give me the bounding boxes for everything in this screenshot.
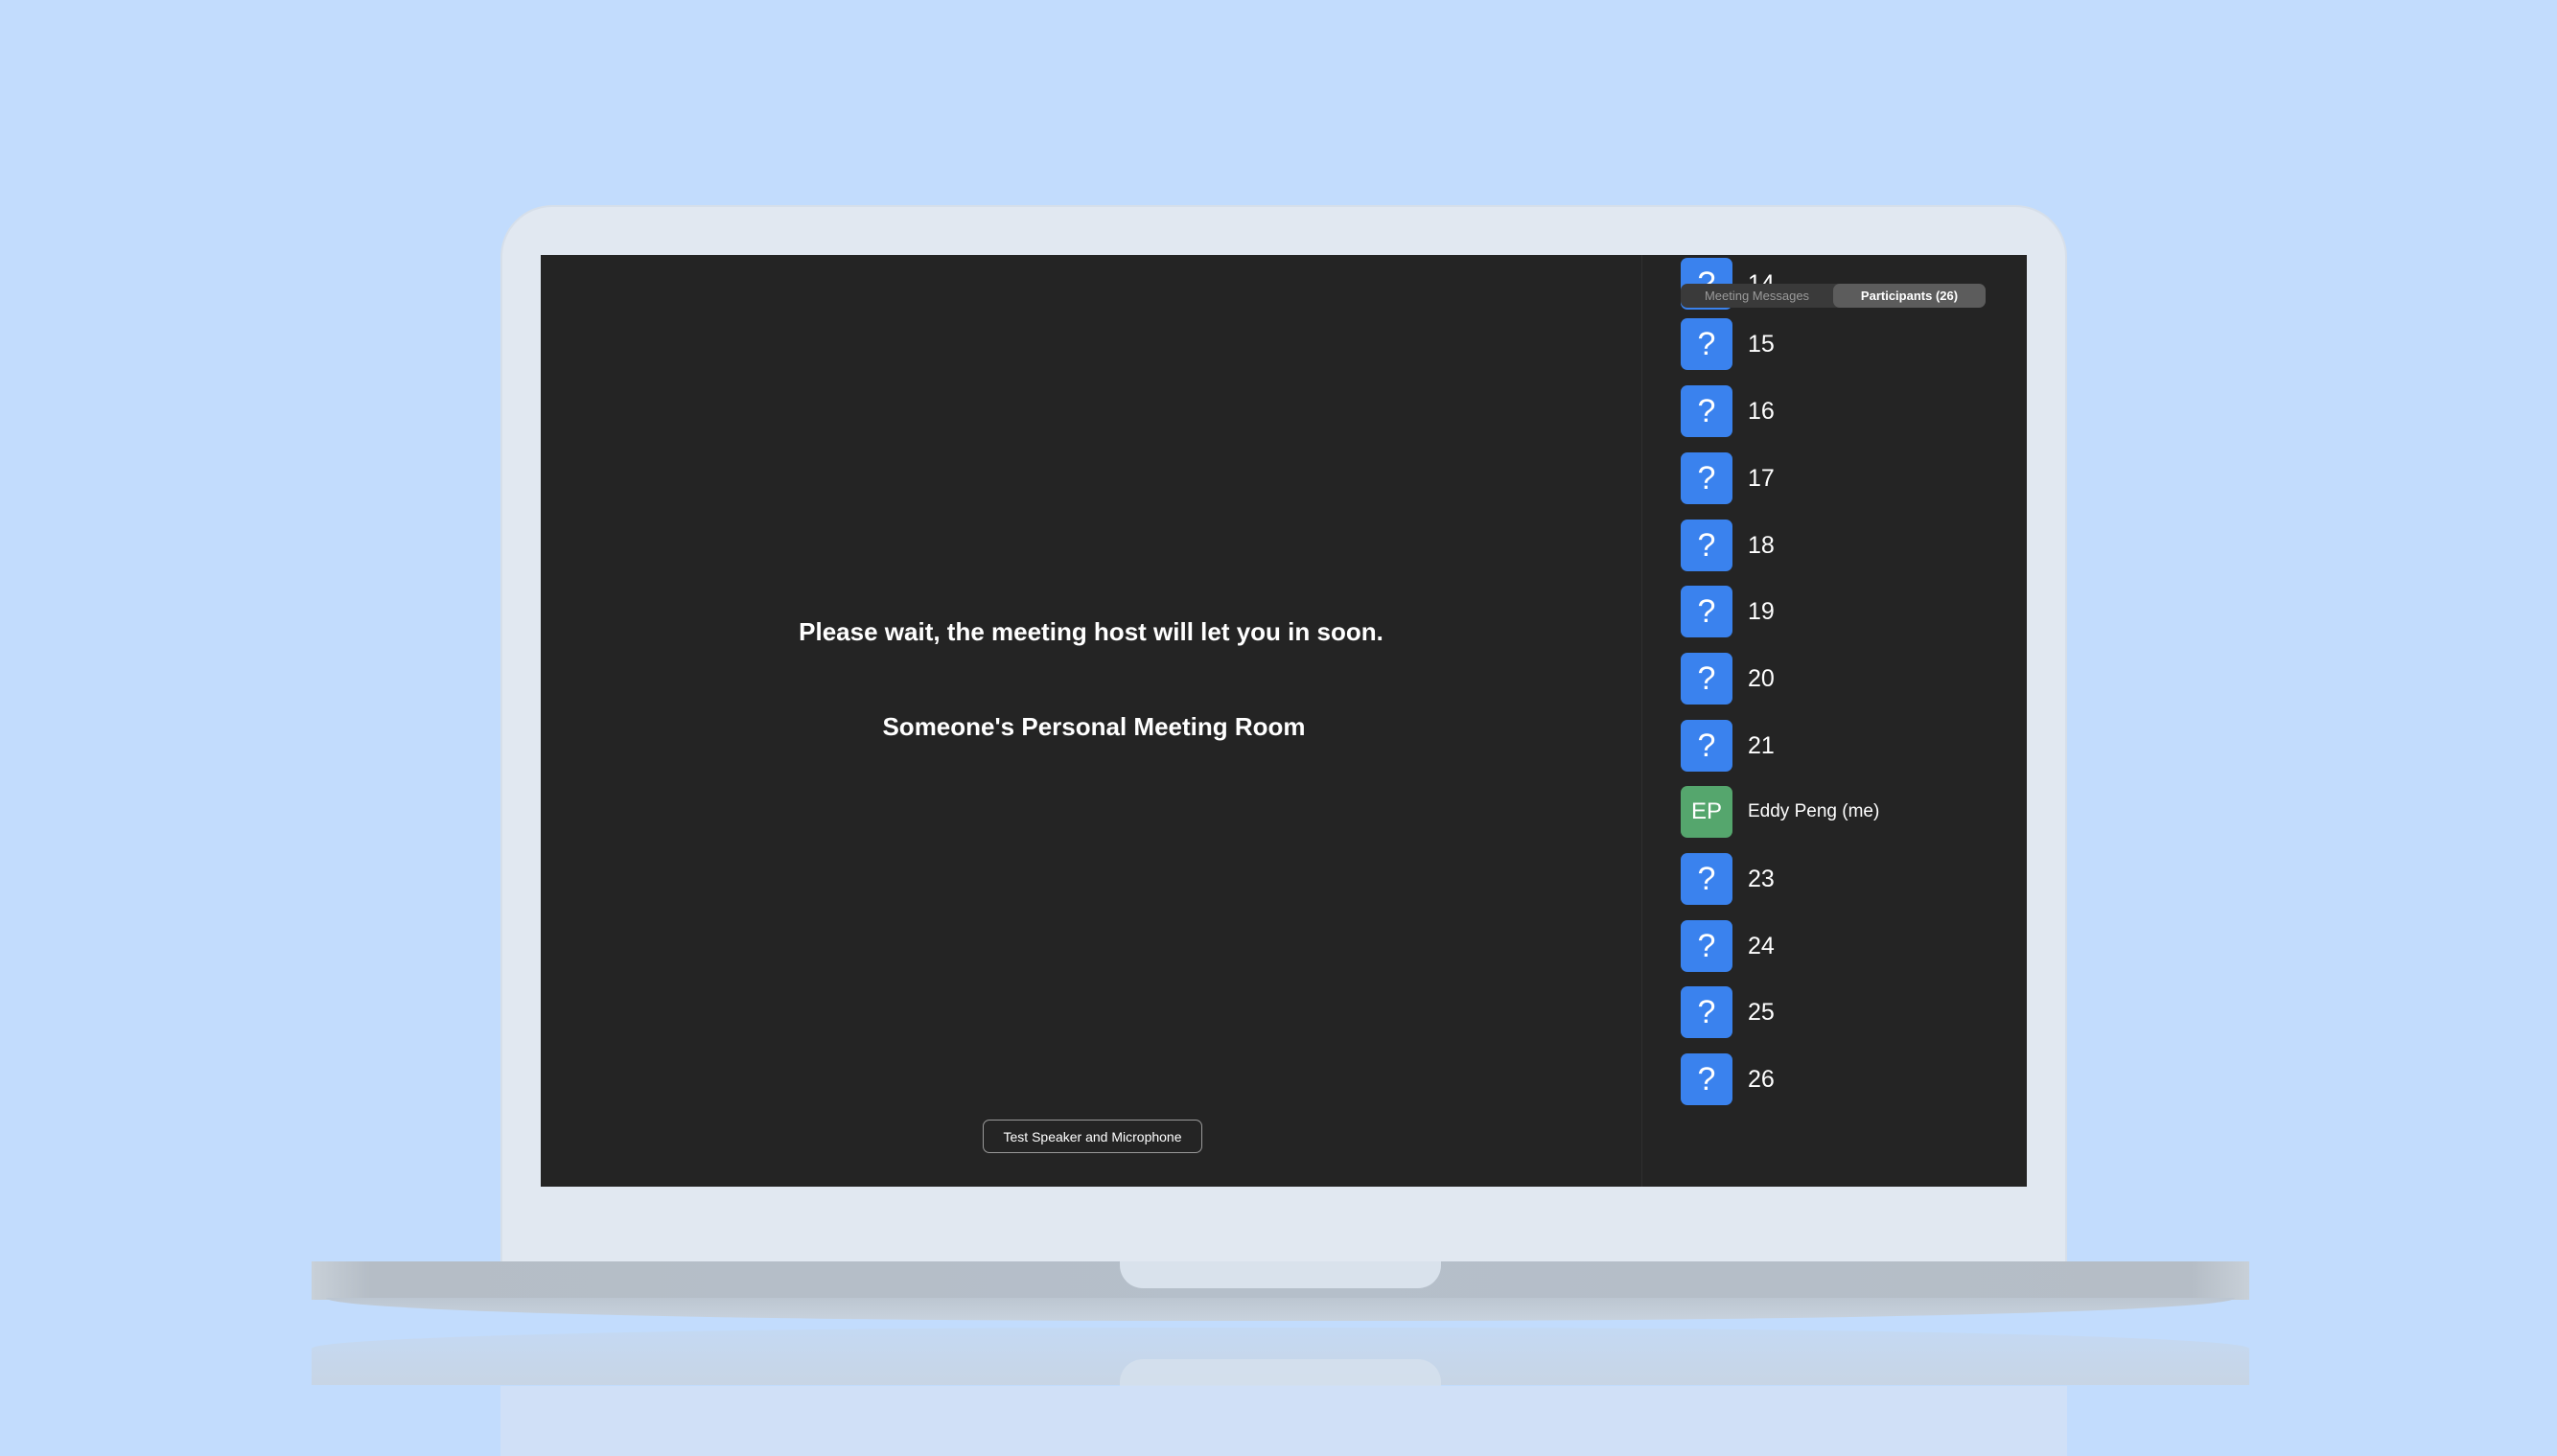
test-speaker-microphone-button[interactable]: Test Speaker and Microphone	[983, 1120, 1202, 1153]
participant-name: 23	[1748, 865, 1775, 892]
participant-name: 20	[1748, 664, 1775, 692]
reflection-lid	[500, 1386, 2067, 1456]
initials-avatar: EP	[1681, 786, 1732, 838]
participant-row[interactable]: ? 21	[1681, 720, 2007, 772]
participant-name: 16	[1748, 397, 1775, 425]
participant-name: 18	[1748, 531, 1775, 559]
participant-row[interactable]: ? 24	[1681, 920, 2007, 972]
meeting-room-name: Someone's Personal Meeting Room	[882, 712, 1306, 741]
participant-row[interactable]: ? 16	[1681, 385, 2007, 437]
unknown-avatar-icon: ?	[1681, 653, 1732, 705]
participant-row-self[interactable]: EP Eddy Peng (me)	[1681, 786, 2007, 838]
unknown-avatar-icon: ?	[1681, 986, 1732, 1038]
participant-row[interactable]: ? 23	[1681, 853, 2007, 905]
participant-name: 25	[1748, 998, 1775, 1026]
unknown-avatar-icon: ?	[1681, 853, 1732, 905]
participant-name: 24	[1748, 932, 1775, 959]
unknown-avatar-icon: ?	[1681, 520, 1732, 571]
participant-row[interactable]: ? 15	[1681, 318, 2007, 370]
participant-row[interactable]: ? 25	[1681, 986, 2007, 1038]
participant-name: 26	[1748, 1065, 1775, 1093]
participant-name: 17	[1748, 464, 1775, 492]
laptop-base-lip	[326, 1298, 2235, 1321]
unknown-avatar-icon: ?	[1681, 920, 1732, 972]
participant-row[interactable]: ? 20	[1681, 653, 2007, 705]
waiting-room-area: Please wait, the meeting host will let y…	[541, 255, 1641, 1187]
app-window: Please wait, the meeting host will let y…	[541, 255, 2027, 1187]
reflection-notch	[1120, 1359, 1441, 1386]
participant-name: 21	[1748, 731, 1775, 759]
participant-row[interactable]: ? 17	[1681, 452, 2007, 504]
unknown-avatar-icon: ?	[1681, 452, 1732, 504]
tab-meeting-messages[interactable]: Meeting Messages	[1681, 284, 1833, 308]
sidebar-tabs: Meeting Messages Participants (26)	[1681, 284, 1986, 308]
unknown-avatar-icon: ?	[1681, 318, 1732, 370]
participant-name: 15	[1748, 330, 1775, 358]
participant-name: Eddy Peng (me)	[1748, 801, 1880, 821]
unknown-avatar-icon: ?	[1681, 385, 1732, 437]
participant-name: 19	[1748, 597, 1775, 625]
tab-participants[interactable]: Participants (26)	[1833, 284, 1986, 308]
unknown-avatar-icon: ?	[1681, 586, 1732, 637]
participants-sidebar: Meeting Messages Participants (26) ? 14 …	[1641, 255, 2027, 1187]
unknown-avatar-icon: ?	[1681, 720, 1732, 772]
participant-row[interactable]: ? 19	[1681, 586, 2007, 637]
participant-row[interactable]: ? 18	[1681, 520, 2007, 571]
participant-row[interactable]: ? 26	[1681, 1053, 2007, 1105]
waiting-message: Please wait, the meeting host will let y…	[799, 617, 1383, 646]
laptop-hinge-notch	[1120, 1261, 1441, 1288]
participant-list[interactable]: ? 14 ? 15 ? 16 ? 17 ? 18 ? 19	[1642, 255, 2027, 1187]
unknown-avatar-icon: ?	[1681, 1053, 1732, 1105]
